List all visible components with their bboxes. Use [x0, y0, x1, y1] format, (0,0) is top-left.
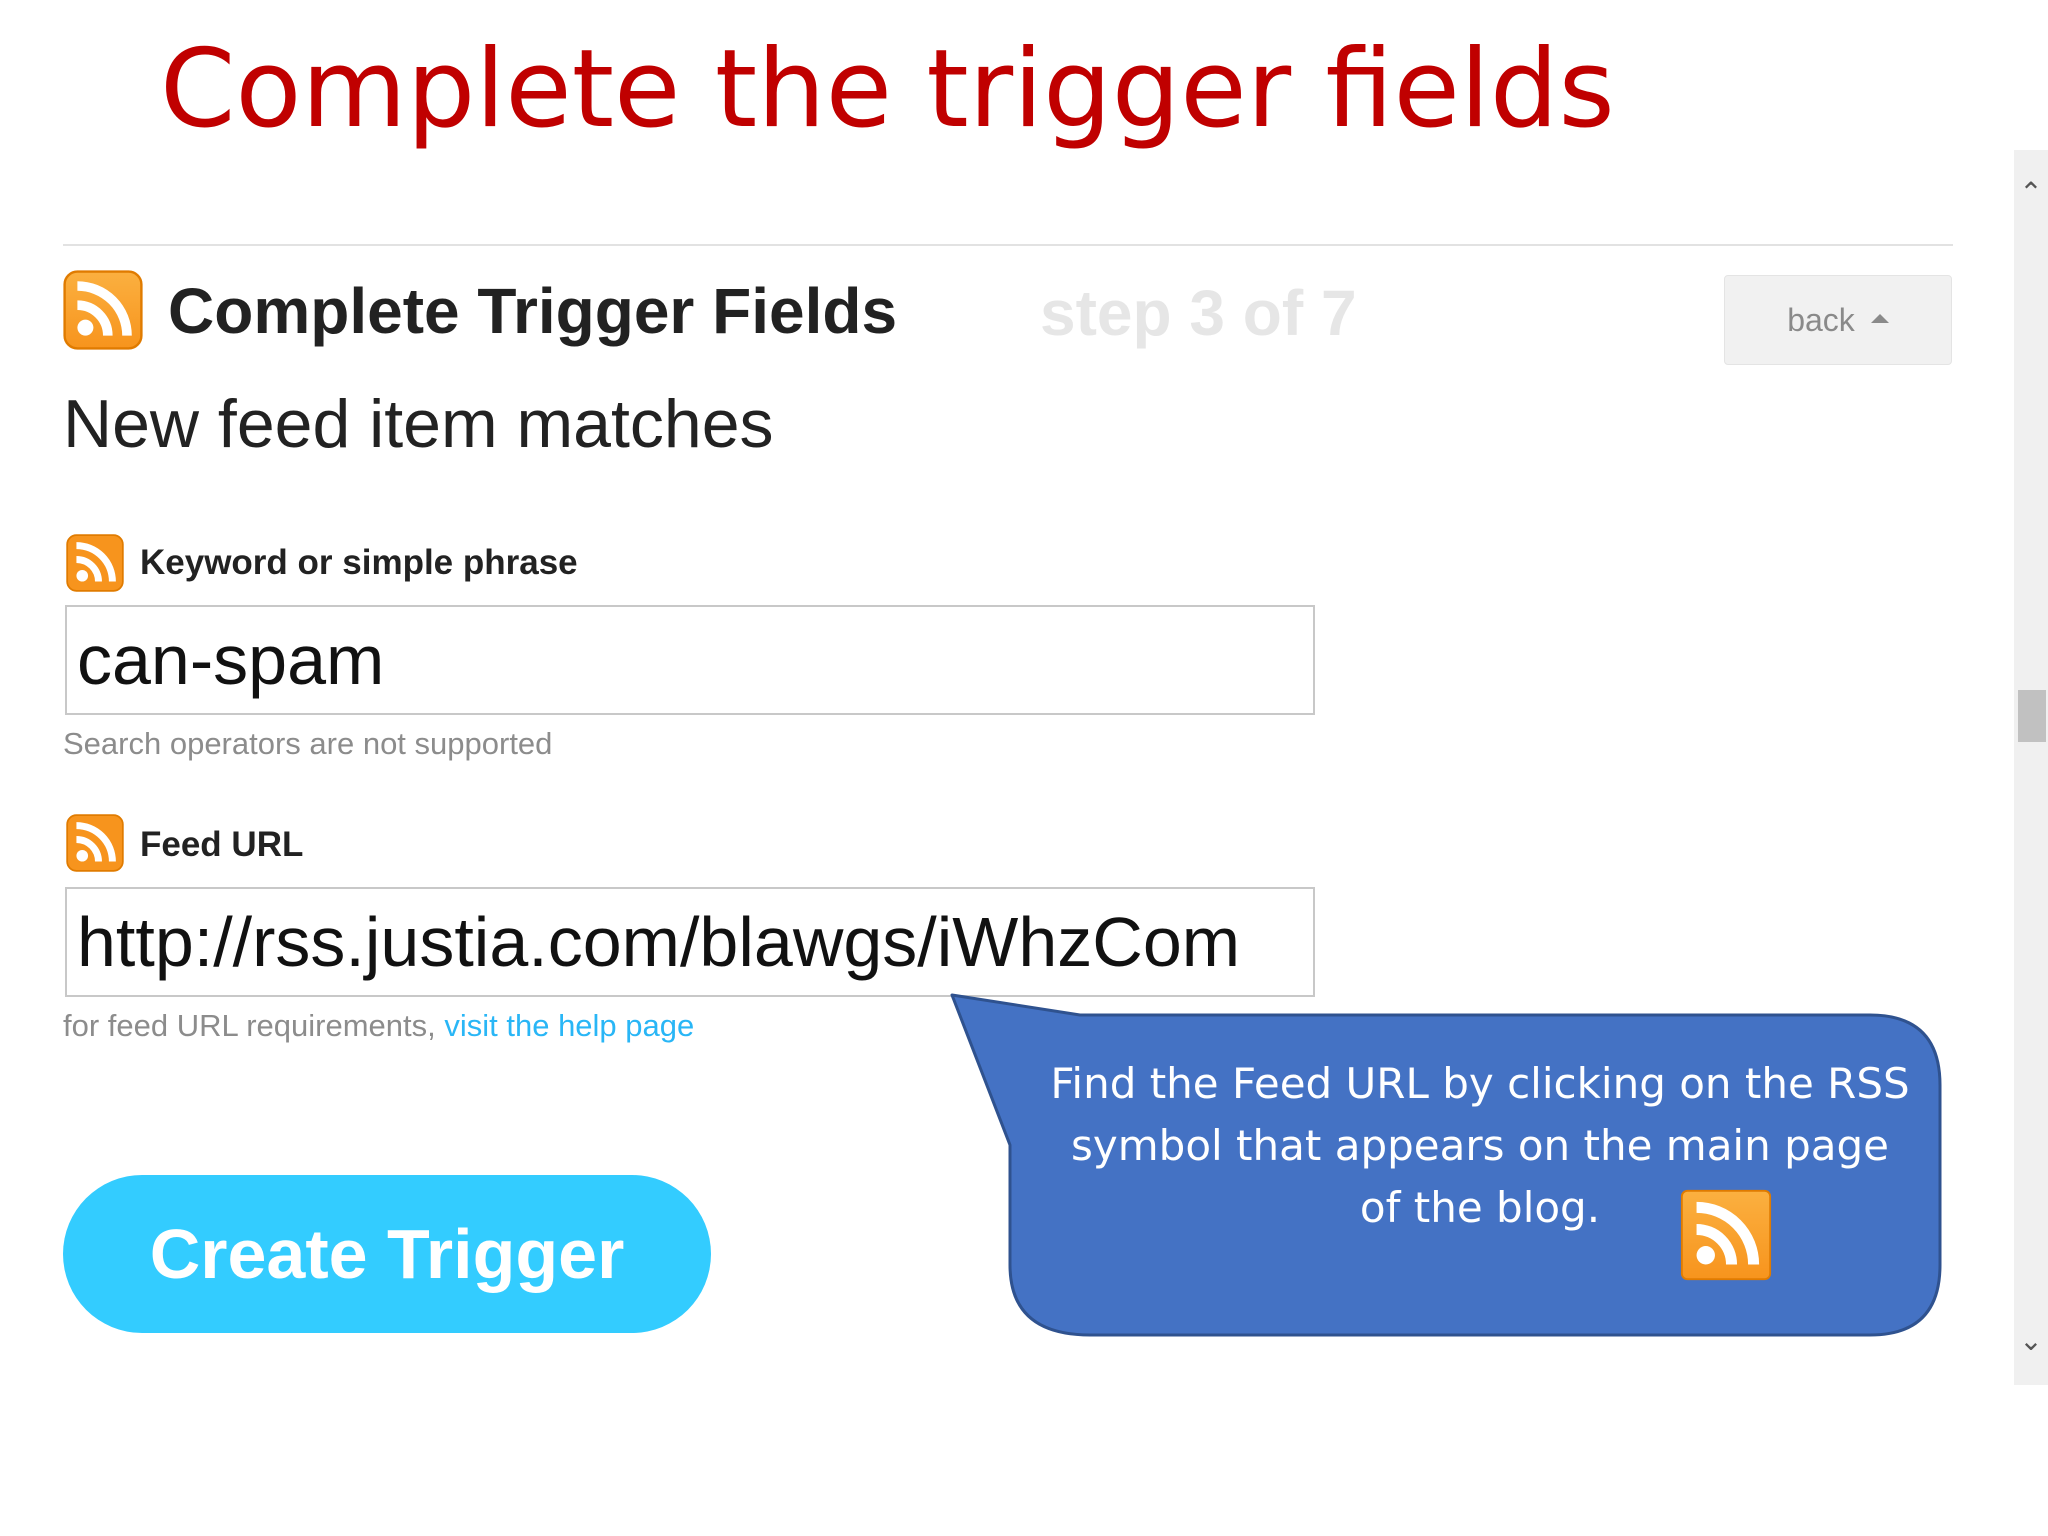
trigger-subtitle: New feed item matches: [63, 386, 774, 462]
scroll-thumb[interactable]: [2018, 690, 2046, 742]
feed-url-hint: for feed URL requirements, visit the hel…: [63, 1006, 694, 1046]
chevron-down-icon[interactable]: ⌄: [2014, 1320, 2048, 1360]
rss-icon: [66, 814, 124, 872]
rss-icon: [1680, 1189, 1772, 1281]
scrollbar[interactable]: ⌃ ⌄: [2014, 150, 2048, 1385]
back-button-label: back: [1787, 301, 1855, 338]
chevron-up-icon[interactable]: ⌃: [2014, 172, 2048, 212]
callout-bubble: Find the Feed URL by clicking on the RSS…: [950, 993, 1950, 1337]
feed-url-hint-text: for feed URL requirements,: [63, 1008, 445, 1043]
slide-title: Complete the trigger fields: [160, 27, 1615, 152]
help-page-link[interactable]: visit the help page: [444, 1008, 694, 1043]
trigger-heading: Complete Trigger Fields: [168, 275, 898, 347]
divider: [63, 244, 1953, 246]
create-trigger-button[interactable]: Create Trigger: [63, 1175, 711, 1333]
rss-icon: [63, 270, 143, 350]
feed-url-field-label: Feed URL: [140, 825, 304, 864]
callout-text: Find the Feed URL by clicking on the RSS…: [1050, 1059, 1910, 1232]
step-indicator: step 3 of 7: [1040, 277, 1357, 349]
caret-up-icon: [1870, 313, 1889, 323]
keyword-input[interactable]: [65, 605, 1315, 715]
back-button[interactable]: back: [1724, 275, 1952, 365]
rss-icon: [66, 534, 124, 592]
feed-url-input[interactable]: [65, 887, 1315, 997]
slide: Complete the trigger fields Complete Tri…: [0, 0, 2048, 1536]
keyword-hint: Search operators are not supported: [63, 726, 553, 761]
keyword-field-label: Keyword or simple phrase: [140, 543, 578, 582]
